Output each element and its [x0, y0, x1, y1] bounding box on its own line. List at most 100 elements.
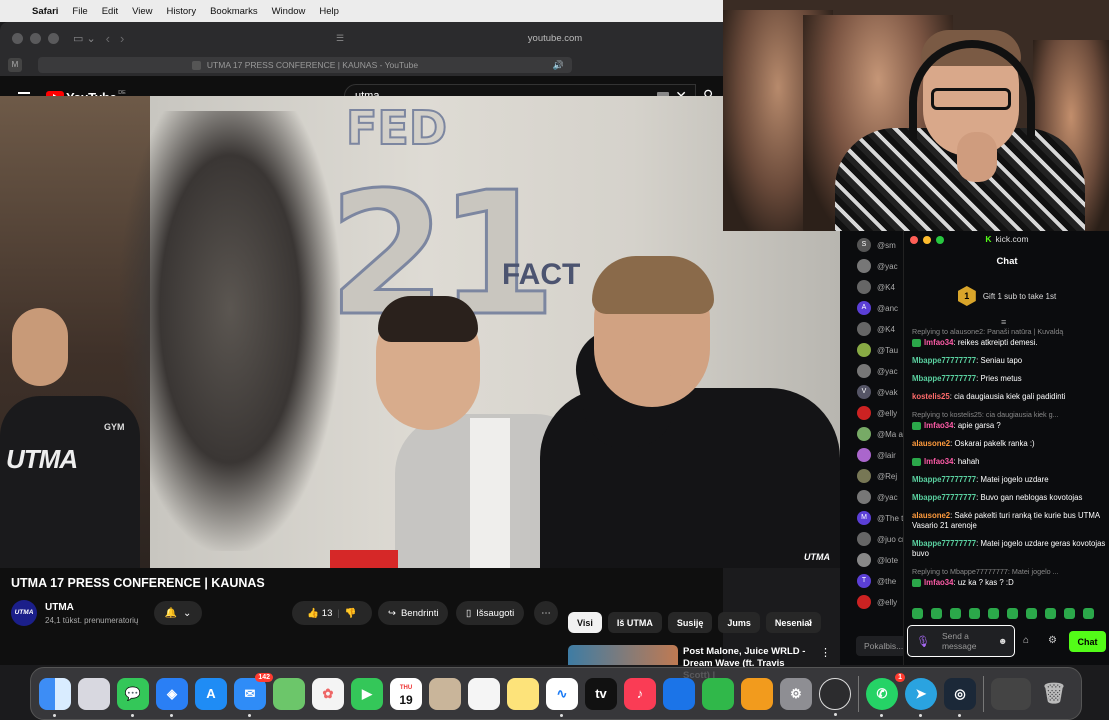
page-menu-icon[interactable]: ☰: [336, 33, 344, 44]
background-chat-input[interactable]: Pokalbis...: [856, 636, 906, 656]
active-tab[interactable]: UTMA 17 PRESS CONFERENCE | KAUNAS - YouT…: [38, 57, 572, 73]
emote-icon[interactable]: [1045, 608, 1056, 619]
emote-icon[interactable]: [950, 608, 961, 619]
chat-username[interactable]: alausone2: [912, 511, 950, 520]
chat-username[interactable]: @sm: [877, 241, 896, 250]
chat-username[interactable]: @yac: [877, 367, 898, 376]
chat-username[interactable]: lmfao34: [924, 421, 953, 430]
emote-icon[interactable]: [1007, 608, 1018, 619]
up-next-thumbnail[interactable]: [568, 645, 678, 665]
emote-icon[interactable]: [969, 608, 980, 619]
menu-help[interactable]: Help: [319, 6, 339, 17]
music-icon[interactable]: ♪: [624, 677, 656, 710]
launchpad-icon[interactable]: [78, 677, 110, 710]
chat-username[interactable]: Mbappe77777777: [912, 493, 976, 502]
menu-view[interactable]: View: [132, 6, 152, 17]
chat-username[interactable]: @K4: [877, 325, 895, 334]
tv-icon[interactable]: tv: [585, 677, 617, 710]
microphone-icon[interactable]: 🎙: [916, 635, 930, 648]
freeform-icon[interactable]: ∿: [546, 677, 578, 717]
tab-group-icon[interactable]: M: [8, 58, 22, 72]
kick-minimize-button[interactable]: [923, 236, 931, 244]
emote-icon[interactable]: [931, 608, 942, 619]
chat-username[interactable]: lmfao34: [924, 578, 953, 587]
tab-audio-icon[interactable]: 🔊: [553, 60, 564, 71]
notes-icon[interactable]: [507, 677, 539, 710]
chat-username[interactable]: @elly: [877, 409, 897, 418]
minimized-window-icon[interactable]: [991, 677, 1031, 710]
pages-icon[interactable]: [741, 677, 773, 710]
steam-icon[interactable]: ◎: [944, 677, 976, 717]
keynote-icon[interactable]: [663, 677, 695, 710]
chat-username[interactable]: lmfao34: [924, 338, 953, 347]
chat-username[interactable]: Mbappe77777777: [912, 475, 976, 484]
contacts-icon[interactable]: [429, 677, 461, 710]
whatsapp-icon[interactable]: ✆ 1: [866, 672, 905, 717]
chat-username[interactable]: @Ma adek: [877, 430, 906, 439]
chat-username[interactable]: lmfao34: [924, 457, 953, 466]
chat-username[interactable]: Mbappe77777777: [912, 539, 976, 548]
menu-edit[interactable]: Edit: [102, 6, 118, 17]
more-actions-button[interactable]: ⋯: [534, 601, 558, 625]
numbers-icon[interactable]: [702, 677, 734, 710]
sidebar-toggle-icon[interactable]: ▭ ⌄: [73, 32, 96, 45]
chat-username[interactable]: @yac: [877, 262, 898, 271]
chat-username[interactable]: @yac: [877, 493, 898, 502]
menu-history[interactable]: History: [167, 6, 197, 17]
save-button[interactable]: ▯ Išsaugoti: [456, 601, 525, 625]
calendar-icon[interactable]: THU 19: [390, 677, 422, 710]
minimize-window-button[interactable]: [30, 32, 41, 44]
chat-username[interactable]: kostelis25: [912, 392, 950, 401]
chat-username[interactable]: Mbappe77777777: [912, 374, 976, 383]
trash-icon[interactable]: 🗑: [1038, 678, 1070, 710]
messages-icon[interactable]: 💬: [117, 677, 149, 717]
menu-bookmarks[interactable]: Bookmarks: [210, 6, 258, 17]
back-arrow-icon[interactable]: ‹: [106, 31, 110, 46]
settings-icon[interactable]: ⚙: [780, 677, 812, 710]
forward-arrow-icon[interactable]: ›: [120, 31, 124, 46]
emote-icon[interactable]: [912, 608, 923, 619]
chat-username[interactable]: @lair: [877, 451, 896, 460]
chat-username[interactable]: @the: [877, 577, 896, 586]
chip-recent[interactable]: Neseniai: [765, 612, 821, 633]
emote-icon[interactable]: [1064, 608, 1075, 619]
gift-leaderboard[interactable]: 1 Gift 1 sub to take 1st: [904, 286, 1109, 306]
chat-username[interactable]: @K4: [877, 283, 895, 292]
up-next-menu-icon[interactable]: ⋮: [820, 646, 831, 659]
shop-icon[interactable]: ⌂: [1023, 635, 1029, 646]
menu-window[interactable]: Window: [272, 6, 306, 17]
facetime-icon[interactable]: ▶: [351, 677, 383, 710]
chat-username[interactable]: @The tokia: [877, 514, 906, 523]
finder-icon[interactable]: [39, 677, 71, 717]
telegram-icon[interactable]: ➤: [905, 677, 937, 717]
chip-from-channel[interactable]: Iš UTMA: [607, 612, 662, 633]
chat-username[interactable]: Mbappe77777777: [912, 356, 976, 365]
chat-username[interactable]: @Tau: [877, 346, 898, 355]
menu-app-name[interactable]: Safari: [32, 6, 58, 17]
chip-all[interactable]: Visi: [568, 612, 602, 633]
like-button[interactable]: 👍 13: [307, 608, 332, 619]
chat-username[interactable]: alausone2: [912, 439, 950, 448]
emoji-icon[interactable]: ☻: [998, 636, 1007, 646]
share-button[interactable]: ↪ Bendrinti: [378, 601, 449, 625]
zoom-window-button[interactable]: [48, 32, 59, 44]
chat-username[interactable]: @elly: [877, 598, 897, 607]
chip-for-you[interactable]: Jums: [718, 612, 760, 633]
chevron-right-icon[interactable]: ›: [808, 614, 812, 629]
emote-icon[interactable]: [988, 608, 999, 619]
photos-icon[interactable]: ✿: [312, 677, 344, 710]
maps-icon[interactable]: [273, 677, 305, 710]
channel-avatar[interactable]: UTMA: [11, 600, 37, 626]
video-player[interactable]: FED 21 FACT UTMA GYM UTMA: [0, 96, 840, 568]
address-bar[interactable]: ☰ youtube.com: [330, 28, 723, 48]
settings-gear-icon[interactable]: ⚙: [1048, 635, 1057, 646]
kick-zoom-button[interactable]: [936, 236, 944, 244]
close-window-button[interactable]: [12, 32, 23, 44]
chat-username[interactable]: @lote: [877, 556, 898, 565]
channel-name[interactable]: UTMA: [45, 602, 74, 613]
reminders-icon[interactable]: [468, 677, 500, 710]
collapse-icon[interactable]: ≡: [1001, 317, 1006, 327]
safari-icon[interactable]: ◈: [156, 677, 188, 717]
obs-icon[interactable]: [819, 677, 851, 716]
menu-file[interactable]: File: [72, 6, 87, 17]
